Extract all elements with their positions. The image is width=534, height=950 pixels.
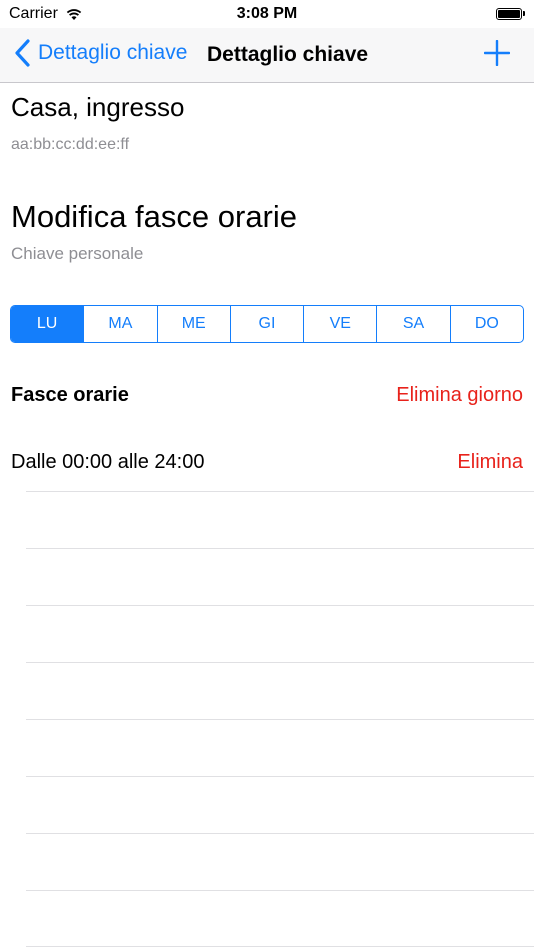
- status-bar: Carrier 3:08 PM: [0, 0, 534, 28]
- segment-me[interactable]: ME: [156, 306, 230, 342]
- segment-ve[interactable]: VE: [303, 306, 376, 342]
- row-separator: [26, 662, 534, 663]
- day-segmented-control: LU MA ME GI VE SA DO: [10, 305, 524, 343]
- key-name: Casa, ingresso: [11, 92, 185, 122]
- page-title: Modifica fasce orarie: [11, 199, 298, 234]
- row-separator: [26, 946, 534, 947]
- key-type-subtitle: Chiave personale: [11, 244, 144, 263]
- row-separator: [26, 776, 534, 777]
- row-separator: [26, 491, 534, 492]
- segment-ma[interactable]: MA: [83, 306, 156, 342]
- delete-day-button[interactable]: Elimina giorno: [396, 384, 523, 407]
- row-separator: [26, 890, 534, 891]
- key-mac-address: aa:bb:cc:dd:ee:ff: [11, 136, 130, 153]
- row-separator: [26, 548, 534, 549]
- delete-slot-button[interactable]: Elimina: [457, 451, 523, 474]
- segment-gi[interactable]: GI: [229, 306, 303, 342]
- row-separator: [26, 833, 534, 834]
- plus-icon[interactable]: [484, 40, 510, 66]
- row-separator: [26, 605, 534, 606]
- navigation-bar: Dettaglio chiave Dettaglio chiave: [0, 28, 534, 83]
- chevron-left-icon: [15, 39, 30, 67]
- segment-do[interactable]: DO: [449, 306, 523, 342]
- segment-lu[interactable]: LU: [11, 306, 84, 342]
- status-time: 3:08 PM: [236, 5, 298, 22]
- battery-icon: [496, 7, 526, 20]
- battery-fill: [498, 9, 520, 18]
- section-title: Fasce orarie: [11, 384, 129, 406]
- nav-title: Dettaglio chiave: [207, 43, 369, 66]
- segment-sa[interactable]: SA: [376, 306, 449, 342]
- row-separator: [26, 719, 534, 720]
- back-button-label: Dettaglio chiave: [38, 41, 188, 64]
- time-slot-label: Dalle 00:00 alle 24:00: [11, 451, 205, 473]
- back-button[interactable]: Dettaglio chiave: [14, 39, 187, 67]
